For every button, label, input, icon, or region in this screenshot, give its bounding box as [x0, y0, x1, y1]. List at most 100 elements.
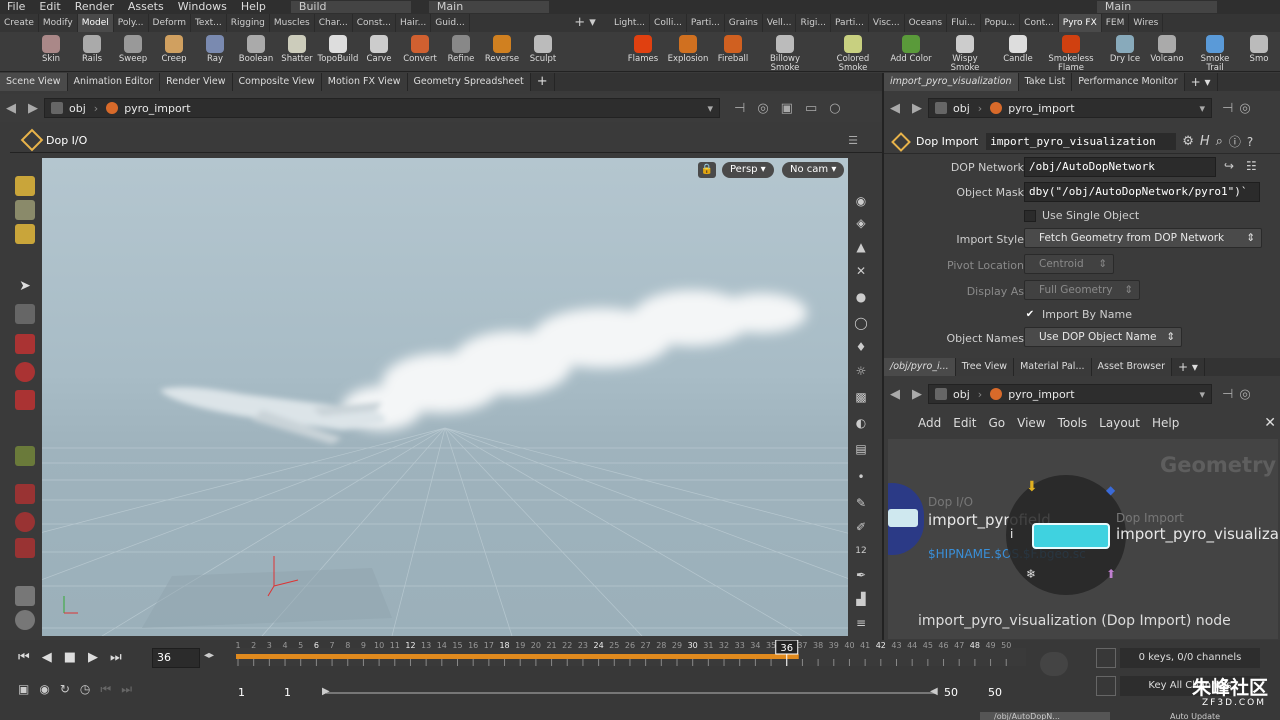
- network-path-field[interactable]: obj › pyro_import ▾: [928, 384, 1212, 404]
- pin-icon[interactable]: ⊣: [734, 101, 745, 116]
- stamp-icon[interactable]: ▟: [852, 590, 870, 608]
- shading-icon[interactable]: ●: [852, 288, 870, 306]
- shelf-tool-7[interactable]: TopoBuild: [317, 34, 359, 70]
- shelf-tab-9[interactable]: Const...: [353, 14, 396, 32]
- background-icon[interactable]: ▩: [852, 388, 870, 406]
- shelf-add-icon[interactable]: + ▾: [560, 14, 610, 32]
- param-node-name-field[interactable]: import_pyro_visualization: [986, 133, 1177, 150]
- network-tools-icon[interactable]: ✕: [1264, 415, 1276, 431]
- tab-param-node[interactable]: import_pyro_visualization: [884, 73, 1019, 91]
- point-icon[interactable]: •: [852, 468, 870, 486]
- shelf-tab-8[interactable]: Char...: [315, 14, 353, 32]
- shelf-tab-right-7[interactable]: Visc...: [869, 14, 905, 32]
- scale-tool-icon[interactable]: [15, 390, 35, 410]
- shelf-tab-right-4[interactable]: Vell...: [763, 14, 797, 32]
- shelf-tool-12[interactable]: Sculpt: [522, 34, 564, 70]
- network-pin-icon[interactable]: ⊣: [1222, 387, 1233, 402]
- shelf-tool-right-11[interactable]: Smoke Trail: [1192, 34, 1238, 71]
- shelf-tool-right-3[interactable]: Billowy Smoke: [762, 34, 808, 71]
- loop-icon[interactable]: ↻: [60, 682, 80, 696]
- shelf-tab-0[interactable]: Create: [0, 14, 39, 32]
- desktop-select[interactable]: Build: [290, 1, 411, 13]
- tab-tree-view[interactable]: Tree View: [955, 358, 1015, 376]
- lock-icon[interactable]: ▲: [852, 238, 870, 256]
- range-slider-track[interactable]: [326, 692, 936, 694]
- move-tool-icon[interactable]: [15, 334, 35, 354]
- net-menu-view[interactable]: View: [1017, 416, 1045, 430]
- path-node[interactable]: pyro_import: [124, 102, 190, 115]
- shelf-tool-right-4[interactable]: Colored Smoke: [830, 34, 876, 71]
- shelf-tab-right-1[interactable]: Colli...: [650, 14, 687, 32]
- shelf-tab-7[interactable]: Muscles: [270, 14, 315, 32]
- menu-render[interactable]: Render: [68, 0, 121, 14]
- shelf-tab-11[interactable]: Guid...: [431, 14, 470, 32]
- network-link-icon[interactable]: ◎: [1239, 387, 1250, 402]
- menu-edit[interactable]: Edit: [32, 0, 67, 14]
- tab-motion-fx-view[interactable]: Motion FX View: [321, 73, 408, 91]
- radial-snow-icon[interactable]: ❄: [1026, 567, 1036, 581]
- pointer-tool-icon[interactable]: ➤: [15, 278, 35, 298]
- lock-tool-icon[interactable]: [15, 304, 35, 324]
- tab-asset-browser[interactable]: Asset Browser: [1091, 358, 1172, 376]
- snapshot-icon[interactable]: ◐: [852, 414, 870, 432]
- shelf-tab-right-11[interactable]: Cont...: [1020, 14, 1059, 32]
- number-icon[interactable]: 12: [852, 542, 870, 560]
- shelf-tool-right-9[interactable]: Dry Ice: [1102, 34, 1148, 70]
- add-tab-icon[interactable]: +: [531, 73, 555, 91]
- scene-viewport[interactable]: 🔒 Persp ▾ No cam ▾: [42, 158, 848, 636]
- import-by-name-checkbox[interactable]: ✔: [1024, 309, 1036, 321]
- use-single-object-row[interactable]: Use Single Object: [1024, 209, 1139, 222]
- key-all-icon[interactable]: [1096, 676, 1116, 696]
- shelf-tool-11[interactable]: Reverse: [481, 34, 523, 70]
- param-pin-icon[interactable]: ⊣: [1222, 101, 1233, 116]
- dop-io-node[interactable]: [888, 509, 918, 527]
- audio-icon[interactable]: ◉: [39, 682, 59, 696]
- range-left-handle-icon[interactable]: ▶: [322, 686, 330, 697]
- import-style-menu[interactable]: Fetch Geometry from DOP Network ⇕: [1024, 228, 1262, 248]
- shelf-tab-right-2[interactable]: Parti...: [687, 14, 725, 32]
- param-link-icon[interactable]: ◎: [1239, 101, 1250, 116]
- select-mode-icon[interactable]: [15, 176, 35, 196]
- network-forward-icon[interactable]: ▶: [912, 387, 922, 402]
- next-key-icon[interactable]: ⏭: [121, 682, 142, 696]
- shelf-tool-right-7[interactable]: Candle: [995, 34, 1041, 70]
- info-icon[interactable]: ⓘ: [1229, 133, 1241, 150]
- keys-channels-icon[interactable]: [1096, 648, 1116, 668]
- jump-end-icon[interactable]: ⏭: [110, 650, 134, 665]
- param-path-dropdown-icon[interactable]: ▾: [1199, 102, 1205, 115]
- shelf-tool-5[interactable]: Boolean: [235, 34, 277, 70]
- camera-icon[interactable]: ▤: [852, 440, 870, 458]
- shelf-tool-right-0[interactable]: Flames: [620, 34, 666, 70]
- bulb-icon[interactable]: ♦: [852, 338, 870, 356]
- shelf-tool-right-1[interactable]: Explosion: [665, 34, 711, 70]
- shelf-tool-8[interactable]: Carve: [358, 34, 400, 70]
- dop-import-node[interactable]: [1032, 523, 1110, 549]
- param-forward-icon[interactable]: ▶: [912, 101, 922, 116]
- radial-info-icon[interactable]: i: [1010, 527, 1013, 541]
- shelf-tab-10[interactable]: Hair...: [396, 14, 432, 32]
- menu-assets[interactable]: Assets: [121, 0, 171, 14]
- radial-down-icon[interactable]: ⬇: [1026, 479, 1038, 495]
- net-menu-tools[interactable]: Tools: [1058, 416, 1088, 430]
- jump-start-icon[interactable]: ⏮: [18, 650, 42, 665]
- persp-menu[interactable]: Persp ▾: [722, 162, 774, 178]
- shelf-tool-right-12[interactable]: Smo: [1236, 34, 1280, 70]
- shelf-tool-9[interactable]: Convert: [399, 34, 441, 70]
- current-frame-field[interactable]: 36: [152, 648, 200, 668]
- menu-file[interactable]: File: [0, 0, 32, 14]
- rotate-tool-icon[interactable]: [15, 362, 35, 382]
- brush-icon[interactable]: ✒: [852, 566, 870, 584]
- tab-composite-view[interactable]: Composite View: [232, 73, 322, 91]
- net-menu-add[interactable]: Add: [918, 416, 941, 430]
- network-path-node[interactable]: pyro_import: [1008, 388, 1074, 401]
- display-as-menu[interactable]: Full Geometry ⇕: [1024, 280, 1140, 300]
- lock-camera-icon[interactable]: 🔒: [698, 162, 716, 178]
- network-canvas[interactable]: Geometry Dop I/O import_pyrofield $HIPNA…: [888, 439, 1278, 639]
- net-menu-edit[interactable]: Edit: [953, 416, 976, 430]
- workspace-select-right[interactable]: Main: [1096, 1, 1217, 13]
- network-path-root[interactable]: obj: [953, 388, 970, 401]
- shelf-tab-2[interactable]: Model: [77, 14, 114, 32]
- shelf-tool-1[interactable]: Rails: [71, 34, 113, 70]
- shelf-tab-right-13[interactable]: FEM: [1102, 14, 1130, 32]
- view-option-icon[interactable]: ○: [829, 101, 840, 116]
